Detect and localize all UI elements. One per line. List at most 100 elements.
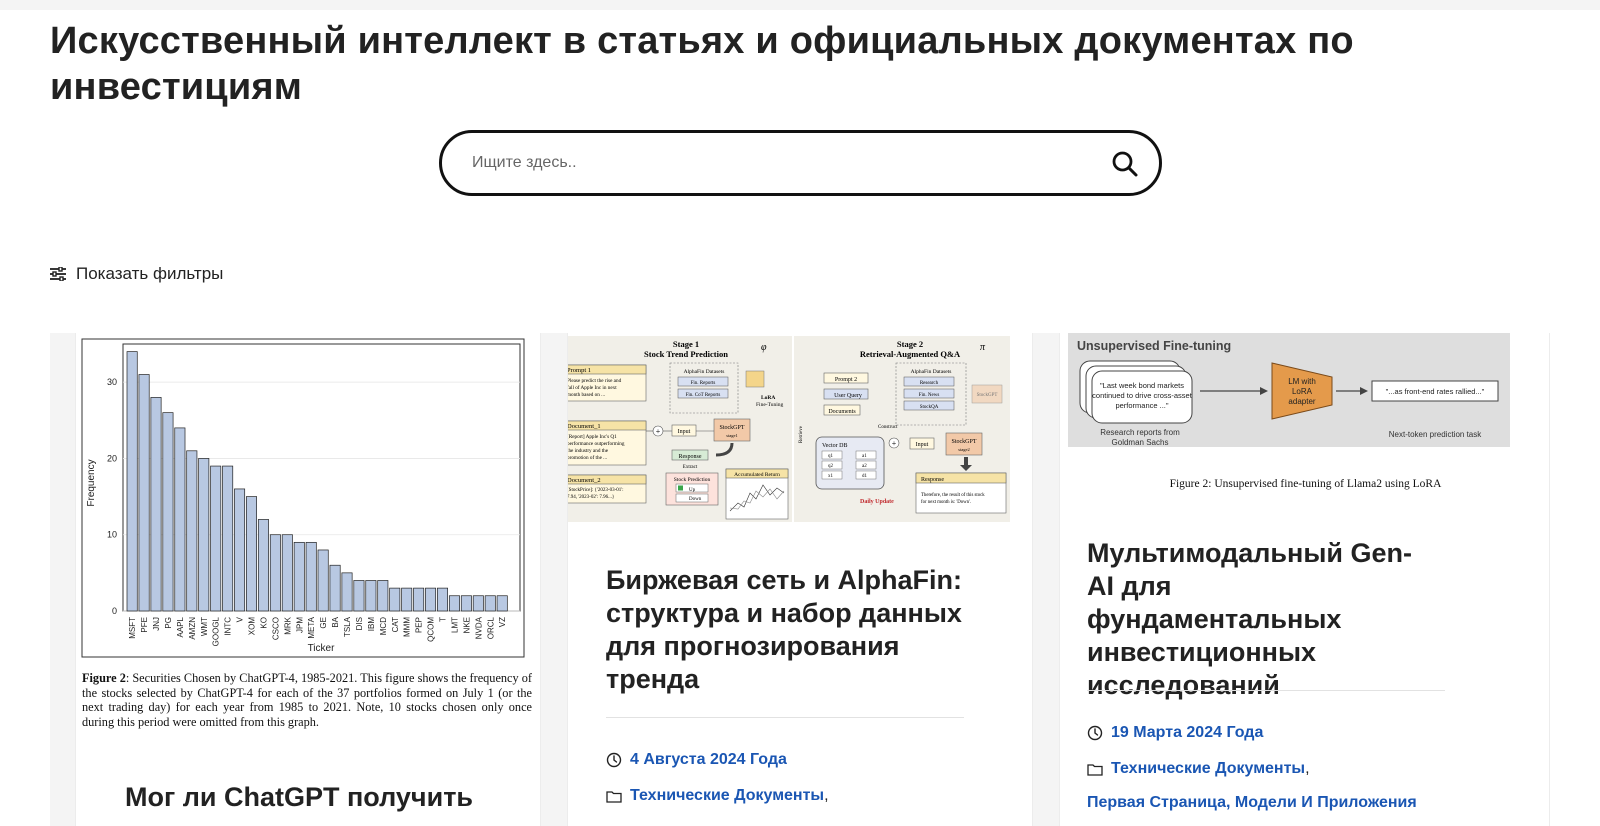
accumulated-return-label: Accumulated Return xyxy=(734,472,780,478)
stockgpt-label-faded: StockGPT xyxy=(977,393,998,398)
response-label: Response xyxy=(679,454,702,460)
retrieve-label: Retrieve xyxy=(799,425,804,443)
document2-line-2: 7.94, '2023-02': 7.96...} xyxy=(567,495,614,500)
page-title: Искусственный интеллект в статьях и офиц… xyxy=(50,20,1354,108)
bar-intc xyxy=(222,465,234,612)
prompt2-label: Prompt 2 xyxy=(835,377,857,383)
user-query-label: User Query xyxy=(834,393,862,399)
folder-icon xyxy=(606,791,622,803)
response-label-2: Response xyxy=(921,477,944,483)
y-tick-label: 10 xyxy=(107,530,117,540)
date-link[interactable]: 19 Марта 2024 Года xyxy=(1111,724,1263,742)
bar-qcom xyxy=(425,587,437,612)
bar-pep xyxy=(413,587,425,612)
card-title[interactable]: Мог ли ChatGPT получить xyxy=(125,781,525,814)
x-tick-label: AAPL xyxy=(176,616,185,637)
bar-amzn xyxy=(186,450,198,612)
post-categories: Технические Документы, xyxy=(606,787,829,805)
article-card-alphafin[interactable]: Stage 1 Stock Trend Prediction φ Stage 2… xyxy=(567,333,1033,826)
date-link[interactable]: 4 Августа 2024 Года xyxy=(630,751,787,769)
category-link[interactable]: Технические Документы xyxy=(630,787,824,804)
document2-line-1: [StockPrice]: {'2023-03-01': xyxy=(567,488,624,493)
x-tick-label: MMM xyxy=(403,617,412,637)
card-title[interactable]: Мультимодальный Gen-AI для фундаментальн… xyxy=(1087,537,1427,702)
x-tick-label: MCD xyxy=(379,617,388,635)
search-icon xyxy=(1112,151,1138,177)
x-tick-label: VZ xyxy=(498,617,507,627)
bar-ge xyxy=(317,549,329,612)
document1-line-3: the industry and the xyxy=(567,448,609,454)
x-tick-label: XOM xyxy=(248,617,257,636)
x-tick-label: META xyxy=(307,616,316,638)
bar-vz xyxy=(496,595,508,612)
bar-pg xyxy=(162,412,174,612)
bar-tsla xyxy=(341,572,353,612)
left-label-line-1: Research reports from xyxy=(1100,428,1180,437)
clock-icon xyxy=(606,752,622,768)
stage2-subtitle: Retrieval-Augmented Q&A xyxy=(860,349,961,359)
fine-tuning-label: Fine-Tuning xyxy=(756,402,784,408)
fin-news-label: Fin. News xyxy=(919,393,940,398)
category-link[interactable]: Технические Документы xyxy=(1111,760,1305,777)
alphafin-diagram: Stage 1 Stock Trend Prediction φ Stage 2… xyxy=(567,336,1010,522)
x-tick-label: PG xyxy=(164,617,173,629)
bar-mrk xyxy=(281,534,293,612)
lora-label: LoRA xyxy=(761,395,775,401)
y-axis-label: Frequency xyxy=(86,459,97,506)
category-separator: , xyxy=(824,787,829,804)
x-tick-label: QCOM xyxy=(427,617,436,642)
post-categories-more: Первая Страница, Модели И Приложения xyxy=(1087,794,1417,812)
lm-box-line-3: adapter xyxy=(1288,397,1315,406)
category-separator: , xyxy=(1305,760,1310,777)
bar-t xyxy=(437,587,448,612)
x-tick-label: WMT xyxy=(200,617,209,636)
x-tick-label: AMZN xyxy=(188,617,197,640)
category-link-more[interactable]: Первая Страница, Модели И Приложения xyxy=(1087,794,1417,812)
down-label: Down xyxy=(689,497,702,502)
x-tick-label: GE xyxy=(319,617,328,629)
bar-dis xyxy=(353,580,365,612)
card-title[interactable]: Биржевая сеть и AlphaFin: структура и на… xyxy=(606,564,986,696)
post-date: 4 Августа 2024 Года xyxy=(606,751,787,769)
show-filters-button[interactable]: Показать фильтры xyxy=(50,261,223,287)
frequency-bar-chart: 0 10 20 30 MSFT PFE JNJ PG AAPL AMZN WMT GOOGL INTC… xyxy=(81,338,525,658)
x-tick-label: NKE xyxy=(462,617,471,633)
bar-mmm xyxy=(401,587,413,612)
bar-csco xyxy=(269,534,281,612)
prompt1-line-3: month based on ... xyxy=(567,392,605,398)
bar-msft xyxy=(126,351,138,612)
x-tick-label: CAT xyxy=(391,617,400,633)
search-input[interactable] xyxy=(472,149,1072,177)
stockgpt-label: StockGPT xyxy=(719,425,744,431)
bar-aapl xyxy=(174,427,186,612)
divider xyxy=(1087,690,1445,691)
quote-line-1: "Last week bond markets xyxy=(1100,381,1184,390)
prompt1-line-1: Please predict the rise and xyxy=(567,378,622,384)
extract-label: Extract xyxy=(683,465,698,470)
prompt1-label: Prompt 1 xyxy=(567,367,591,374)
bar-googl xyxy=(210,465,222,612)
divider xyxy=(606,717,964,718)
article-card-chatgpt[interactable]: 0 10 20 30 MSFT PFE JNJ PG AAPL AMZN WMT GOOGL INTC… xyxy=(75,333,541,826)
search-button[interactable] xyxy=(1109,148,1141,180)
bar-ibm xyxy=(365,580,377,612)
bar-lmt xyxy=(448,595,460,612)
svg-text:+: + xyxy=(656,427,661,436)
right-label: Next-token prediction task xyxy=(1389,430,1482,439)
prompt1-line-2: fall of Apple Inc in next xyxy=(567,384,617,391)
bar-ko xyxy=(257,519,269,612)
post-categories: Технические Документы, xyxy=(1087,760,1310,778)
article-card-multimodal[interactable]: Unsupervised Fine-tuning "Last week bond… xyxy=(1059,333,1550,826)
bar-v xyxy=(234,488,246,612)
stage1-symbol: φ xyxy=(761,342,767,353)
stage1-title: Stage 1 xyxy=(673,339,699,349)
a-label-2: a2 xyxy=(862,464,867,469)
stage1-subtitle: Stock Trend Prediction xyxy=(644,349,728,359)
alphafin-datasets-label-2: AlphaFin Datasets xyxy=(911,369,952,375)
x-tick-label: BA xyxy=(331,616,340,627)
bar-mcd xyxy=(377,580,389,612)
top-bar xyxy=(0,0,1600,10)
stockgpt-label-2: StockGPT xyxy=(951,439,976,445)
bar-orcl xyxy=(484,595,496,612)
search-bar xyxy=(439,130,1162,196)
